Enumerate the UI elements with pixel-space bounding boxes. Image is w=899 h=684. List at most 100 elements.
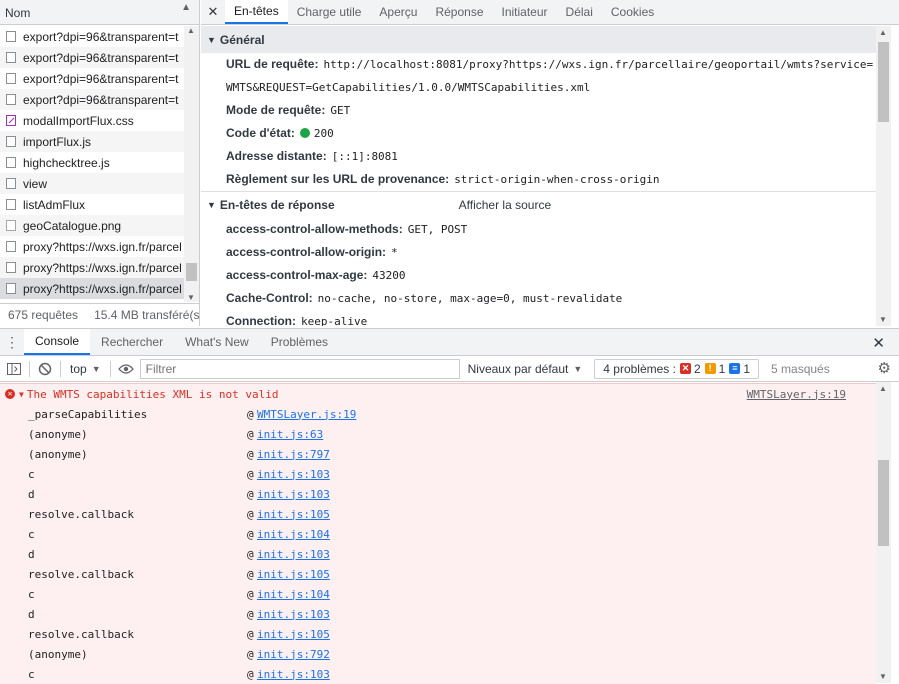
name-column-label: Nom xyxy=(5,6,31,20)
close-drawer-icon[interactable]: ✕ xyxy=(872,334,885,352)
stack-function: c xyxy=(28,667,35,681)
request-row[interactable]: view xyxy=(0,173,184,194)
stack-source-link[interactable]: init.js:105 xyxy=(257,508,330,521)
stack-source-link[interactable]: init.js:104 xyxy=(257,528,330,541)
request-row[interactable]: highchecktree.js xyxy=(0,152,184,173)
more-menu-icon[interactable]: ⋮ xyxy=(0,329,24,355)
doc-icon xyxy=(6,136,16,147)
stack-source-link[interactable]: init.js:103 xyxy=(257,548,330,561)
at-sign: @ xyxy=(247,527,254,541)
image-file-icon xyxy=(6,220,16,231)
sidebar-toggle-icon[interactable] xyxy=(4,359,24,379)
issues-counter-button[interactable]: 4 problèmes : ✕ 2 ! 1 ≡ 1 xyxy=(594,358,760,379)
at-sign: @ xyxy=(247,587,254,601)
error-source-link[interactable]: WMTSLayer.js:19 xyxy=(747,388,846,401)
stack-frame: d @ init.js:103 xyxy=(0,544,876,564)
close-icon[interactable]: ✕ xyxy=(201,0,225,24)
issues-label: 4 problèmes : xyxy=(603,361,676,376)
request-row[interactable]: export?dpi=96&transparent=t xyxy=(0,68,184,89)
scroll-up-icon[interactable]: ▲ xyxy=(187,26,195,35)
stack-source-link[interactable]: init.js:63 xyxy=(257,428,323,441)
name-column-header[interactable]: Nom ▲ xyxy=(0,0,199,25)
scroll-down-icon[interactable]: ▼ xyxy=(879,672,887,681)
at-sign: @ xyxy=(247,447,254,461)
request-row[interactable]: listAdmFlux xyxy=(0,194,184,215)
triangle-down-icon[interactable]: ▼ xyxy=(19,390,24,399)
scroll-up-icon[interactable]: ▲ xyxy=(879,384,887,393)
triangle-down-icon: ▼ xyxy=(207,34,216,45)
stack-source-link[interactable]: init.js:105 xyxy=(257,628,330,641)
tab-4[interactable]: Initiateur xyxy=(493,0,557,24)
detail-scrollbar[interactable]: ▲ ▼ xyxy=(876,26,891,326)
stack-source-link[interactable]: init.js:103 xyxy=(257,468,330,481)
at-sign: @ xyxy=(247,467,254,481)
console-error-message[interactable]: ✕ ▼ The WMTS capabilities XML is not val… xyxy=(0,384,876,404)
request-row[interactable]: modalImportFlux.css xyxy=(0,110,184,131)
stack-source-link[interactable]: WMTSLayer.js:19 xyxy=(257,408,356,421)
tab-2[interactable]: Aperçu xyxy=(370,0,426,24)
status-code-label: Code d'état: xyxy=(226,126,295,140)
view-source-link[interactable]: Afficher la source xyxy=(459,198,552,212)
css-file-icon xyxy=(6,115,16,126)
request-list: Nom ▲ export?dpi=96&transparent=t export?… xyxy=(0,0,200,326)
stack-source-link[interactable]: init.js:104 xyxy=(257,588,330,601)
live-expression-eye-icon[interactable] xyxy=(116,359,136,379)
request-row[interactable]: export?dpi=96&transparent=t xyxy=(0,26,184,47)
stack-source-link[interactable]: init.js:792 xyxy=(257,648,330,661)
clear-console-icon[interactable] xyxy=(35,359,55,379)
tab-6[interactable]: Cookies xyxy=(602,0,663,24)
request-name: export?dpi=96&transparent=t xyxy=(23,71,179,86)
stack-source-link[interactable]: init.js:103 xyxy=(257,668,330,681)
scrollbar-thumb[interactable] xyxy=(186,263,197,281)
filter-input[interactable]: Filtrer xyxy=(139,358,460,379)
drawer-tab-2[interactable]: What's New xyxy=(174,329,260,355)
stack-source-link[interactable]: init.js:103 xyxy=(257,488,330,501)
error-text: The WMTS capabilities XML is not valid xyxy=(26,387,279,401)
request-row[interactable]: proxy?https://wxs.ign.fr/parcel xyxy=(0,278,184,299)
request-row[interactable]: proxy?https://wxs.ign.fr/parcel xyxy=(0,236,184,257)
request-row[interactable]: export?dpi=96&transparent=t xyxy=(0,89,184,110)
response-header-row: Connection: keep-alive xyxy=(201,310,876,326)
stack-frame: _parseCapabilities @ WMTSLayer.js:19 xyxy=(0,404,876,424)
scroll-down-icon[interactable]: ▼ xyxy=(879,315,887,324)
status-code-row: Code d'état: 200 xyxy=(201,122,876,145)
request-row[interactable]: export?dpi=96&transparent=t xyxy=(0,47,184,68)
response-headers-section-header[interactable]: ▼ En-têtes de réponse Afficher la source xyxy=(201,191,876,218)
context-selector[interactable]: top ▼ xyxy=(66,362,105,376)
scrollbar-thumb[interactable] xyxy=(878,460,889,546)
tab-1[interactable]: Charge utile xyxy=(288,0,371,24)
drawer-tab-0[interactable]: Console xyxy=(24,329,91,355)
request-row[interactable]: geoCatalogue.png xyxy=(0,215,184,236)
drawer-tab-3[interactable]: Problèmes xyxy=(260,329,339,355)
gear-icon[interactable]: ⚙ xyxy=(878,359,891,377)
request-name: geoCatalogue.png xyxy=(23,218,122,233)
drawer-tab-1[interactable]: Rechercher xyxy=(90,329,174,355)
response-header-value: * xyxy=(391,246,398,259)
request-name: importFlux.js xyxy=(23,134,92,149)
request-row[interactable]: importFlux.js xyxy=(0,131,184,152)
stack-frame: resolve.callback @ init.js:105 xyxy=(0,504,876,524)
scroll-down-icon[interactable]: ▼ xyxy=(187,293,195,302)
stack-source-link[interactable]: init.js:103 xyxy=(257,608,330,621)
console-toolbar: top ▼ Filtrer Niveaux par défaut ▼ 4 pro… xyxy=(0,356,899,382)
response-header-name: Connection: xyxy=(226,314,296,326)
response-header-name: access-control-max-age: xyxy=(226,268,368,282)
response-header-name: Cache-Control: xyxy=(226,291,313,305)
at-sign: @ xyxy=(247,607,254,621)
filter-placeholder: Filtrer xyxy=(145,361,177,376)
at-sign: @ xyxy=(247,547,254,561)
scrollbar-thumb[interactable] xyxy=(878,42,889,122)
drawer-tabbar: ⋮ Console Rechercher What's New Problèmes ✕ xyxy=(0,329,899,356)
scroll-up-icon[interactable]: ▲ xyxy=(879,28,887,37)
general-section-header[interactable]: ▼ Général xyxy=(201,26,876,53)
console-scrollbar[interactable]: ▲ ▼ xyxy=(876,382,891,683)
tab-3[interactable]: Réponse xyxy=(426,0,492,24)
request-list-scrollbar[interactable]: ▲ ▼ xyxy=(184,26,199,302)
tab-5[interactable]: Délai xyxy=(557,0,602,24)
stack-source-link[interactable]: init.js:797 xyxy=(257,448,330,461)
stack-source-link[interactable]: init.js:105 xyxy=(257,568,330,581)
log-levels-dropdown[interactable]: Niveaux par défaut ▼ xyxy=(468,362,583,376)
request-row[interactable]: proxy?https://wxs.ign.fr/parcel xyxy=(0,257,184,278)
tab-0[interactable]: En-têtes xyxy=(225,0,288,24)
divider xyxy=(109,360,111,377)
